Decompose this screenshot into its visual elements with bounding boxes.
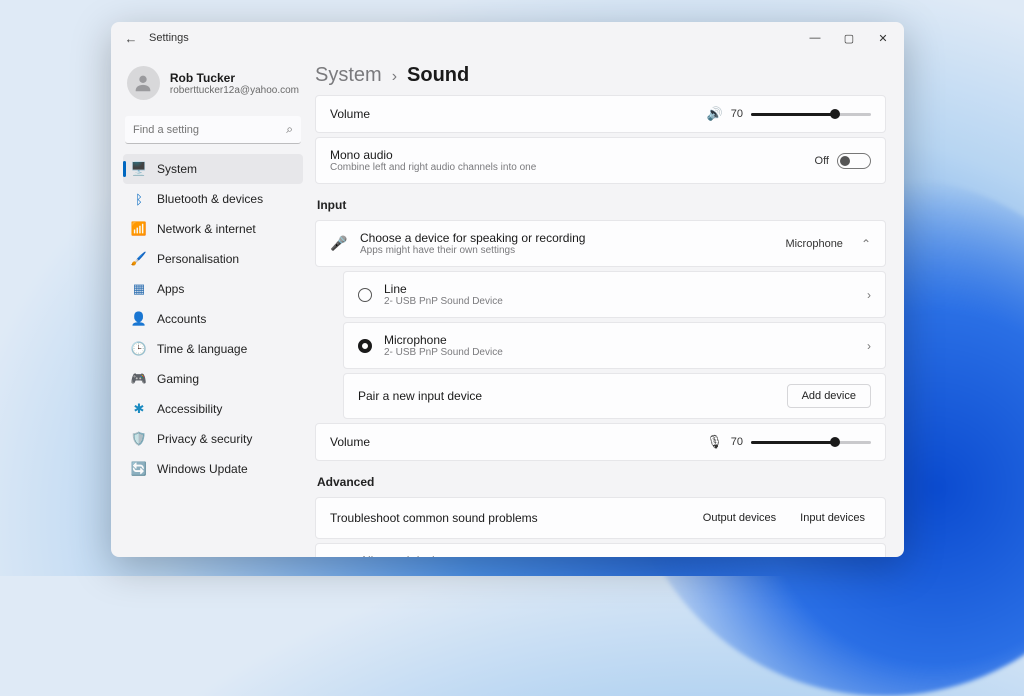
nav-icon: 🛡️ bbox=[131, 431, 147, 447]
sidebar-item-bluetooth-devices[interactable]: ᛒ Bluetooth & devices bbox=[123, 184, 303, 214]
all-sound-devices-row[interactable]: All sound devices Turn devices on/off, t… bbox=[315, 543, 886, 557]
breadcrumb-parent[interactable]: System bbox=[315, 64, 382, 87]
input-device-radio[interactable] bbox=[358, 339, 372, 353]
sidebar-item-label: Bluetooth & devices bbox=[157, 192, 263, 206]
output-volume-label: Volume bbox=[330, 107, 370, 121]
breadcrumb-current: Sound bbox=[407, 64, 469, 87]
back-button[interactable]: ← bbox=[119, 31, 143, 46]
current-input-device: Microphone bbox=[785, 238, 842, 250]
sidebar-item-label: Gaming bbox=[157, 372, 199, 386]
nav-list: 🖥️ System ᛒ Bluetooth & devices 📶 Network & i… bbox=[123, 154, 303, 484]
sidebar-item-personalisation[interactable]: 🖌️ Personalisation bbox=[123, 244, 303, 274]
nav-icon: 🖌️ bbox=[131, 251, 147, 267]
maximize-button[interactable]: ▢ bbox=[832, 24, 866, 52]
search-wrapper: ⌕ bbox=[125, 116, 301, 144]
nav-icon: 🎮 bbox=[131, 371, 147, 387]
input-volume-slider[interactable] bbox=[751, 435, 871, 449]
sidebar-item-time-language[interactable]: 🕒 Time & language bbox=[123, 334, 303, 364]
nav-icon: 🕒 bbox=[131, 341, 147, 357]
sidebar-item-label: Time & language bbox=[157, 342, 247, 356]
mono-audio-toggle[interactable] bbox=[837, 153, 871, 169]
input-device-sub: 2- USB PnP Sound Device bbox=[384, 347, 503, 358]
mono-audio-title: Mono audio bbox=[330, 148, 536, 162]
pair-input-label: Pair a new input device bbox=[358, 389, 482, 403]
sidebar-item-label: Network & internet bbox=[157, 222, 256, 236]
nav-icon: ▦ bbox=[131, 281, 147, 297]
window-title: Settings bbox=[149, 32, 189, 44]
profile-name: Rob Tucker bbox=[170, 71, 299, 85]
input-section-label: Input bbox=[317, 198, 886, 212]
sidebar-item-label: Accessibility bbox=[157, 402, 222, 416]
sidebar-item-network-internet[interactable]: 📶 Network & internet bbox=[123, 214, 303, 244]
mono-audio-subtitle: Combine left and right audio channels in… bbox=[330, 162, 536, 173]
sidebar-item-gaming[interactable]: 🎮 Gaming bbox=[123, 364, 303, 394]
sidebar-item-privacy-security[interactable]: 🛡️ Privacy & security bbox=[123, 424, 303, 454]
choose-input-title: Choose a device for speaking or recordin… bbox=[360, 231, 585, 245]
troubleshoot-row: Troubleshoot common sound problems Outpu… bbox=[315, 497, 886, 539]
sidebar-item-apps[interactable]: ▦ Apps bbox=[123, 274, 303, 304]
minimize-button[interactable]: — bbox=[798, 24, 832, 52]
sidebar-item-label: Privacy & security bbox=[157, 432, 252, 446]
sidebar-item-label: System bbox=[157, 162, 197, 176]
all-sound-title: All sound devices bbox=[360, 554, 568, 557]
content-pane[interactable]: System › Sound Volume 🔊 70 bbox=[311, 54, 904, 557]
add-device-button[interactable]: Add device bbox=[787, 384, 871, 408]
mono-audio-row[interactable]: Mono audio Combine left and right audio … bbox=[315, 137, 886, 184]
input-volume-value: 70 bbox=[731, 436, 743, 448]
person-icon bbox=[132, 72, 154, 94]
profile-block[interactable]: Rob Tucker roberttucker12a@yahoo.com bbox=[123, 58, 303, 114]
chevron-right-icon: › bbox=[392, 68, 397, 86]
sidebar-item-label: Accounts bbox=[157, 312, 206, 326]
breadcrumb: System › Sound bbox=[315, 60, 886, 95]
chevron-up-icon: ⌃ bbox=[861, 237, 871, 251]
input-device-name: Line bbox=[384, 282, 503, 296]
input-device-row[interactable]: Microphone2- USB PnP Sound Device › bbox=[343, 322, 886, 369]
troubleshoot-input-link[interactable]: Input devices bbox=[794, 508, 871, 528]
microphone-icon: 🎤 bbox=[330, 235, 348, 252]
sidebar-item-label: Personalisation bbox=[157, 252, 239, 266]
input-device-row[interactable]: Line2- USB PnP Sound Device › bbox=[343, 271, 886, 318]
nav-icon: 👤 bbox=[131, 311, 147, 327]
sidebar-item-system[interactable]: 🖥️ System bbox=[123, 154, 303, 184]
avatar bbox=[127, 66, 160, 100]
speaker-icon: 🔊 bbox=[707, 106, 723, 122]
sidebar-item-label: Windows Update bbox=[157, 462, 248, 476]
search-icon: ⌕ bbox=[286, 122, 293, 137]
nav-icon: 📶 bbox=[131, 221, 147, 237]
output-volume-row[interactable]: Volume 🔊 70 bbox=[315, 95, 886, 133]
sidebar-item-windows-update[interactable]: 🔄 Windows Update bbox=[123, 454, 303, 484]
input-device-sub: 2- USB PnP Sound Device bbox=[384, 296, 503, 307]
profile-email: roberttucker12a@yahoo.com bbox=[170, 85, 299, 96]
close-button[interactable]: ✕ bbox=[866, 24, 900, 52]
input-volume-row[interactable]: Volume 🎙 70 bbox=[315, 423, 886, 461]
output-volume-slider[interactable] bbox=[751, 107, 871, 121]
sidebar-item-label: Apps bbox=[157, 282, 184, 296]
titlebar: ← Settings — ▢ ✕ bbox=[111, 22, 904, 54]
input-volume-label: Volume bbox=[330, 435, 370, 449]
nav-icon: 🔄 bbox=[131, 461, 147, 477]
mono-audio-state: Off bbox=[815, 155, 829, 167]
choose-input-subtitle: Apps might have their own settings bbox=[360, 245, 585, 256]
sidebar: Rob Tucker roberttucker12a@yahoo.com ⌕ 🖥… bbox=[111, 54, 311, 557]
pair-input-device-row: Pair a new input device Add device bbox=[343, 373, 886, 419]
nav-icon: ✱ bbox=[131, 401, 147, 417]
sidebar-item-accessibility[interactable]: ✱ Accessibility bbox=[123, 394, 303, 424]
settings-window: ← Settings — ▢ ✕ Rob Tucker roberttucker… bbox=[111, 22, 904, 557]
advanced-section-label: Advanced bbox=[317, 475, 886, 489]
input-device-name: Microphone bbox=[384, 333, 503, 347]
troubleshoot-output-link[interactable]: Output devices bbox=[697, 508, 782, 528]
chevron-right-icon: › bbox=[867, 288, 871, 302]
output-volume-value: 70 bbox=[731, 108, 743, 120]
nav-icon: 🖥️ bbox=[131, 161, 147, 177]
microphone-icon: 🎙 bbox=[706, 434, 723, 450]
nav-icon: ᛒ bbox=[131, 191, 147, 207]
troubleshoot-label: Troubleshoot common sound problems bbox=[330, 511, 538, 525]
choose-input-device-row[interactable]: 🎤 Choose a device for speaking or record… bbox=[315, 220, 886, 267]
search-input[interactable] bbox=[125, 116, 301, 144]
chevron-right-icon: › bbox=[867, 339, 871, 353]
input-device-radio[interactable] bbox=[358, 288, 372, 302]
sidebar-item-accounts[interactable]: 👤 Accounts bbox=[123, 304, 303, 334]
